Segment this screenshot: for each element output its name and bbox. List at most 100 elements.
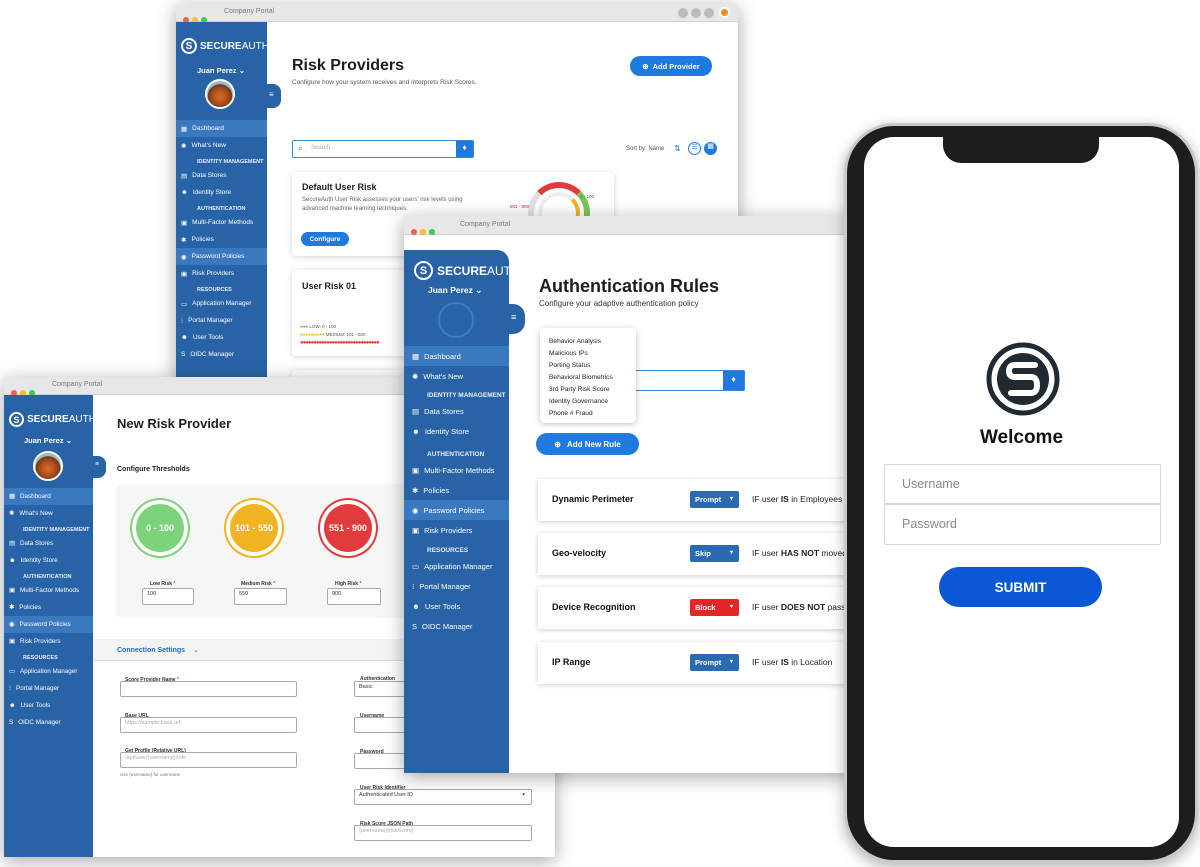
sidebar-item-policies[interactable]: ✱ Policies xyxy=(4,599,93,616)
dropdown-item[interactable]: Identity Governance xyxy=(549,396,627,408)
sidebar-item-dashboard[interactable]: ▦ Dashboard xyxy=(404,346,509,366)
sidebar-item-whats-new[interactable]: ✺ What's New xyxy=(4,505,93,522)
dropdown-item[interactable]: Phone # Fraud xyxy=(549,408,627,420)
lock-icon: ▣ xyxy=(181,270,188,278)
sidebar-item-whats-new[interactable]: ✺ What's New xyxy=(176,137,267,154)
search-input[interactable]: Search... xyxy=(311,145,335,151)
sidebar-item-identity-store[interactable]: ☻ Identity Store xyxy=(176,184,267,201)
low-risk-input[interactable]: 100 xyxy=(142,588,194,605)
rule-row[interactable]: Geo-velocity Skip ▾ IF user HAS NOT moved xyxy=(538,533,858,575)
sidebar-item-application-manager[interactable]: ▭ Application Manager xyxy=(4,663,93,680)
rule-action-select[interactable]: Prompt ▾ xyxy=(690,654,739,671)
username-input[interactable]: Username xyxy=(884,464,1161,504)
rule-action-select[interactable]: Prompt ▾ xyxy=(690,491,739,508)
sidebar-item-portal-manager[interactable]: ⁝ Portal Manager xyxy=(176,312,267,329)
sidebar-item-identity-store[interactable]: ☻ Identity Store xyxy=(404,421,509,441)
rule-row[interactable]: IP Range Prompt ▾ IF user IS in Location xyxy=(538,642,858,684)
grid-icon: ▦ xyxy=(9,493,15,500)
sidebar-item-risk-providers[interactable]: ▣ Risk Providers xyxy=(4,633,93,650)
dropdown-item[interactable]: 3rd Party Risk Score xyxy=(549,384,627,396)
sidebar-item-password-policies[interactable]: ◉ Password Policies xyxy=(404,500,509,520)
sidebar-item-oidc-manager[interactable]: S OIDC Manager xyxy=(404,616,509,636)
sidebar-item-oidc-manager[interactable]: S OIDC Manager xyxy=(4,714,93,731)
rule-condition: IF user DOES NOT pass xyxy=(752,602,846,612)
settings-icon: ✱ xyxy=(9,604,15,611)
score-provider-input[interactable] xyxy=(120,681,297,697)
sidebar-item-application-manager[interactable]: ▭ Application Manager xyxy=(404,556,509,576)
sidebar-item-whats-new[interactable]: ✺ What's New xyxy=(404,366,509,386)
menu-icon[interactable] xyxy=(691,8,701,18)
user-menu[interactable]: Juan Perez ⌄ xyxy=(428,285,482,296)
sidebar-item-data-stores[interactable]: ▤ Data Stores xyxy=(176,167,267,184)
high-risk-ring: 551 - 900 xyxy=(324,504,372,552)
sidebar-item-data-stores[interactable]: ▤ Data Stores xyxy=(4,535,93,552)
sidebar-item-user-tools[interactable]: ☻ User Tools xyxy=(176,329,267,346)
configure-button[interactable]: Configure xyxy=(301,232,349,246)
sidebar: S SECURE AUTH Juan Perez ⌄ ▦ Dashboard ✺ Wh… xyxy=(4,395,96,857)
mic-icon[interactable]: ♦ xyxy=(723,371,744,390)
user-menu[interactable]: Juan Perez ⌄ xyxy=(197,66,245,75)
minimize-dot[interactable] xyxy=(420,229,426,235)
plus-icon: ⊕ xyxy=(554,439,561,449)
window-title: Company Portal xyxy=(224,8,275,15)
maximize-dot[interactable] xyxy=(429,229,435,235)
dropdown-item[interactable]: Behavior Analysis xyxy=(549,336,627,348)
sidebar-item-risk-providers[interactable]: ▣ Risk Providers xyxy=(404,520,509,540)
sidebar-item-data-stores[interactable]: ▤ Data Stores xyxy=(404,401,509,421)
dropdown-item[interactable]: Malicious IPs xyxy=(549,348,627,360)
sort-icon[interactable]: ⇅ xyxy=(674,144,681,153)
sort-label[interactable]: Sort by: Name xyxy=(626,146,664,152)
sidebar-item-dashboard[interactable]: ▦ Dashboard xyxy=(4,488,93,505)
search-box[interactable]: ⌕ Search... ♦ xyxy=(292,140,474,158)
password-input[interactable]: Password xyxy=(884,504,1161,545)
json-path-input[interactable]: {username}{riskScore} xyxy=(354,825,532,841)
sidebar-item-dashboard[interactable]: ▦ Dashboard xyxy=(176,120,267,137)
sidebar-item-portal-manager[interactable]: ⁝ Portal Manager xyxy=(4,680,93,697)
get-profile-input[interactable]: /api/user/{username}/info xyxy=(120,752,297,768)
sidebar-item-policies[interactable]: ✱ Policies xyxy=(404,480,509,500)
rule-row[interactable]: Dynamic Perimeter Prompt ▾ IF user IS in … xyxy=(538,479,858,521)
star-icon: ✺ xyxy=(181,142,187,150)
base-url-input[interactable]: https://sample.base.url xyxy=(120,717,297,733)
user-menu[interactable]: Juan Perez ⌄ xyxy=(24,436,72,445)
collapse-sidebar-icon[interactable]: ≡ xyxy=(509,304,525,334)
mic-icon[interactable]: ♦ xyxy=(456,141,473,157)
collapse-sidebar-icon[interactable]: ≡ xyxy=(93,456,106,478)
sidebar-item-identity-store[interactable]: ☻ Identity Store xyxy=(4,552,93,569)
sidebar-item-application-manager[interactable]: ▭ Application Manager xyxy=(176,295,267,312)
high-risk-input[interactable]: 900 xyxy=(327,588,381,605)
medium-risk-input[interactable]: 550 xyxy=(234,588,287,605)
database-icon: ▤ xyxy=(9,540,15,547)
brand-logo-icon xyxy=(986,342,1060,416)
rule-action-select[interactable]: Block ▾ xyxy=(690,599,739,616)
sidebar-nav: ▦ Dashboard ✺ What's New IDENTITY MANAGEME… xyxy=(4,488,93,731)
sidebar-item-mfa[interactable]: ▣ Multi-Factor Methods xyxy=(404,460,509,480)
menu-icon[interactable] xyxy=(704,8,714,18)
menu-icon[interactable] xyxy=(678,8,688,18)
sidebar-item-user-tools[interactable]: ☻ User Tools xyxy=(404,596,509,616)
sidebar-item-portal-manager[interactable]: ⁝ Portal Manager xyxy=(404,576,509,596)
rule-condition: IF user IS in Location xyxy=(752,657,833,667)
user-risk-identifier-select[interactable]: Authenticated User ID ▾ xyxy=(354,789,532,805)
dropdown-item[interactable]: Behavioral Biometrics xyxy=(549,372,627,384)
add-provider-button[interactable]: ⊕ Add Provider xyxy=(630,56,712,76)
sidebar-item-password-policies[interactable]: ◉ Password Policies xyxy=(176,248,267,265)
rule-type-dropdown: Behavior Analysis Malicious IPs Porting … xyxy=(540,328,636,423)
sidebar-item-oidc-manager[interactable]: S OIDC Manager xyxy=(176,346,267,363)
add-new-rule-button[interactable]: ⊕ Add New Rule xyxy=(536,433,639,455)
dropdown-item[interactable]: Porting Status xyxy=(549,360,627,372)
sidebar-item-password-policies[interactable]: ◉ Password Policies xyxy=(4,616,93,633)
close-dot[interactable] xyxy=(411,229,417,235)
submit-button[interactable]: SUBMIT xyxy=(939,567,1102,607)
collapse-sidebar-icon[interactable]: ≡ xyxy=(267,84,281,108)
sidebar-nav: ▦ Dashboard ✺ What's New IDENTITY MANAGEME… xyxy=(404,346,509,636)
sidebar-item-risk-providers[interactable]: ▣ Risk Providers xyxy=(176,265,267,282)
sidebar-item-policies[interactable]: ✱ Policies xyxy=(176,231,267,248)
rule-action-select[interactable]: Skip ▾ xyxy=(690,545,739,562)
rule-row[interactable]: Device Recognition Block ▾ IF user DOES N… xyxy=(538,587,858,629)
list-view-icon[interactable]: ☰ xyxy=(688,142,701,155)
grid-view-icon[interactable]: ▦ xyxy=(704,142,717,155)
sidebar-item-user-tools[interactable]: ☻ User Tools xyxy=(4,697,93,714)
sidebar-item-mfa[interactable]: ▣ Multi-Factor Methods xyxy=(4,582,93,599)
sidebar-item-mfa[interactable]: ▣ Multi-Factor Methods xyxy=(176,214,267,231)
